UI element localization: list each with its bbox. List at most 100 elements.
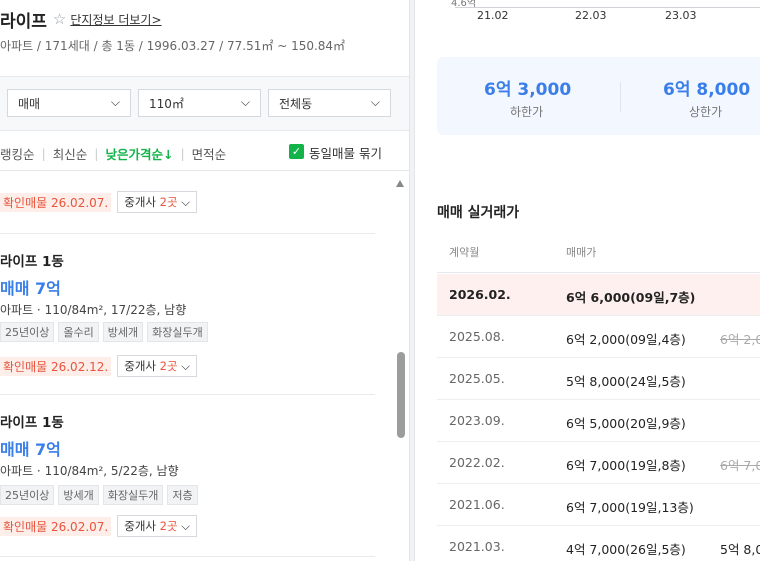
trade-price: 6억 7,000(19일,13층): [566, 500, 694, 515]
trade-month: 2026.02.: [449, 287, 511, 302]
chart-x-tick: 23.03: [665, 9, 697, 22]
chart-x-tick: 21.02: [477, 9, 509, 22]
chevron-down-icon: ⌵: [370, 95, 380, 109]
sort-low-price[interactable]: 낮은가격순↓: [105, 144, 173, 163]
col-header-price: 매매가: [566, 246, 597, 259]
listing-tags: 25년이상 방세개 화장실두개 저층: [0, 485, 198, 505]
trade-price: 4억 7,000(26일,5층): [566, 542, 686, 557]
trade-row[interactable]: 2025.05. 5억 8,000(24일,5층): [437, 358, 760, 400]
building-value: 전체동: [279, 96, 313, 111]
divider: [620, 82, 621, 112]
listing-confirm-row: 확인매물 26.02.12. 중개사 2곳 ⌵: [0, 354, 197, 378]
scroll-up-arrow-icon[interactable]: [396, 180, 404, 187]
tag: 25년이상: [0, 322, 55, 342]
trade-row[interactable]: 2025.08. 6억 2,000(09일,4층) 6억 2,0: [437, 316, 760, 358]
complex-info-more-link[interactable]: 단지정보 더보기>: [70, 11, 161, 28]
listing-info: 아파트 · 110/84m², 17/22층, 남향: [0, 303, 187, 317]
broker-count: 2곳: [159, 519, 178, 533]
trade-price: 6억 7,000(19일,8층): [566, 458, 686, 473]
trade-row[interactable]: 2021.03. 4억 7,000(26일,5층) 5억 8,0: [437, 526, 760, 561]
trade-extra: 5억 8,0: [720, 542, 760, 557]
chevron-down-icon: ⌵: [240, 95, 250, 109]
confirm-badge: 확인매물 26.02.07.: [0, 192, 112, 212]
complex-name: 라이프: [0, 11, 47, 32]
broker-label: 중개사: [124, 519, 160, 533]
high-price-label: 상한가: [689, 105, 723, 119]
listing-name: 라이프 1동: [0, 415, 64, 431]
trade-price: 5억 8,000(24일,5층): [566, 374, 686, 389]
trade-month: 2022.02.: [449, 455, 505, 470]
broker-dropdown[interactable]: 중개사 2곳 ⌵: [117, 355, 197, 377]
chevron-down-icon: ⌵: [110, 95, 120, 109]
tag: 저층: [167, 485, 198, 505]
tag: 25년이상: [0, 485, 55, 505]
listing-confirm-row: 확인매물 26.02.07. 중개사 2곳 ⌵: [0, 514, 197, 538]
low-price-value: 6억 3,000: [484, 80, 572, 100]
listing-price: 매매 7억: [0, 279, 61, 298]
area-select[interactable]: 110㎡ ⌵: [138, 89, 261, 117]
filter-bar: 매매 ⌵ 110㎡ ⌵ 전체동 ⌵: [0, 76, 409, 131]
high-price-value: 6억 8,000: [663, 80, 751, 100]
scrollbar-thumb[interactable]: [397, 352, 405, 438]
trade-extra: 6억 7,0: [720, 458, 760, 473]
trade-row[interactable]: 2021.06. 6억 7,000(19일,13층): [437, 484, 760, 526]
divider: [437, 272, 760, 273]
trade-history-title: 매매 실거래가: [437, 205, 520, 221]
star-icon[interactable]: ☆: [53, 10, 66, 28]
listing-info: 아파트 · 110/84m², 5/22층, 남향: [0, 464, 179, 478]
divider: [0, 233, 375, 234]
price-range-box: 6억 3,000 하한가 6억 8,000 상한가: [437, 57, 760, 135]
divider: [0, 556, 375, 557]
broker-count: 2곳: [159, 195, 178, 209]
building-select[interactable]: 전체동 ⌵: [268, 89, 391, 117]
group-same-listings-checkbox[interactable]: ✓: [289, 144, 304, 159]
trade-type-select[interactable]: 매매 ⌵: [7, 89, 131, 117]
trade-extra: 6억 2,0: [720, 332, 760, 347]
col-header-month: 계약월: [449, 246, 480, 259]
listing-price: 매매 7억: [0, 440, 61, 459]
trade-month: 2023.09.: [449, 413, 505, 428]
chart-x-tick: 22.03: [575, 9, 607, 22]
listing-name: 라이프 1동: [0, 254, 64, 270]
broker-dropdown[interactable]: 중개사 2곳 ⌵: [117, 515, 197, 537]
low-price-label: 하한가: [510, 105, 544, 119]
trade-row[interactable]: 2023.09. 6억 5,000(20일,9층): [437, 400, 760, 442]
listing-tags: 25년이상 올수리 방세개 화장실두개: [0, 322, 208, 342]
group-same-listings-label: 동일매물 묶기: [309, 146, 382, 161]
trade-type-value: 매매: [18, 96, 41, 111]
trade-month: 2021.06.: [449, 497, 505, 512]
sort-ranking[interactable]: 랭킹순: [0, 144, 35, 163]
tag: 방세개: [58, 485, 99, 505]
complex-summary: 아파트 / 171세대 / 총 1동 / 1996.03.27 / 77.51㎡…: [0, 39, 346, 53]
listing-confirm-row: 확인매물 26.02.07. 중개사 2곳 ⌵: [0, 190, 197, 214]
divider: |: [41, 145, 46, 161]
chart-axis: [455, 7, 760, 8]
trade-price: 6억 6,000(09일,7층): [566, 290, 696, 305]
trade-month: 2021.03.: [449, 539, 505, 554]
divider: |: [94, 145, 99, 161]
sort-area[interactable]: 면적순: [192, 144, 227, 163]
clipped-text: [0, 170, 380, 176]
trade-month: 2025.08.: [449, 329, 505, 344]
trade-row[interactable]: 2026.02. 6억 6,000(09일,7층): [437, 274, 760, 316]
price-detail-panel: 4.6억 21.02 22.03 23.03 6억 3,000 하한가 6억 8…: [415, 0, 760, 561]
confirm-badge: 확인매물 26.02.07.: [0, 516, 112, 536]
tag: 화장실두개: [147, 322, 208, 342]
tag: 올수리: [58, 322, 99, 342]
listing-panel: 라이프 ☆ 단지정보 더보기> 아파트 / 171세대 / 총 1동 / 199…: [0, 0, 409, 561]
broker-label: 중개사: [124, 195, 160, 209]
trade-month: 2025.05.: [449, 371, 505, 386]
tag: 방세개: [102, 322, 144, 342]
broker-dropdown[interactable]: 중개사 2곳 ⌵: [117, 191, 197, 213]
divider: [0, 394, 375, 395]
broker-label: 중개사: [124, 359, 160, 373]
divider: |: [180, 145, 185, 161]
trade-price: 6억 5,000(20일,9층): [566, 416, 686, 431]
tag: 화장실두개: [102, 485, 164, 505]
trade-row[interactable]: 2022.02. 6억 7,000(19일,8층) 6억 7,0: [437, 442, 760, 484]
trade-price: 6억 2,000(09일,4층): [566, 332, 686, 347]
confirm-badge: 확인매물 26.02.12.: [0, 356, 112, 376]
area-value: 110㎡: [149, 96, 184, 111]
broker-count: 2곳: [159, 359, 178, 373]
sort-latest[interactable]: 최신순: [53, 144, 88, 163]
